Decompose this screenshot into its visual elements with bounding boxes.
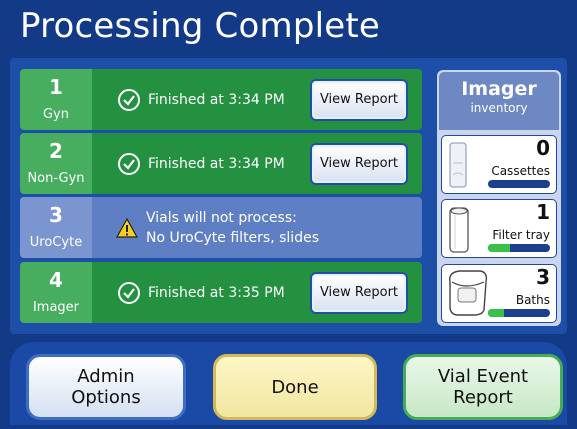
inventory-title: Imager: [461, 78, 537, 100]
result-row-imager: 4 Imager Finished at 3:35 PM View Report: [20, 262, 422, 323]
vial-event-report-button[interactable]: Vial Event Report: [403, 354, 563, 420]
check-icon: [118, 152, 140, 175]
row-status: Finished at 3:34 PM: [148, 91, 285, 108]
inventory-label: Baths: [515, 293, 550, 307]
admin-label-line-2: Options: [71, 387, 141, 408]
row-number: 4: [49, 267, 63, 292]
row-number-cell: 3 UroCyte: [20, 197, 92, 258]
inventory-header: Imager inventory: [439, 72, 559, 130]
inventory-item-cassettes[interactable]: 0 Cassettes: [441, 135, 557, 194]
row-status: Vials will not process: No UroCyte filte…: [146, 208, 422, 248]
result-row-gyn: 1 Gyn Finished at 3:34 PM View Report: [20, 69, 422, 130]
result-row-non-gyn: 2 Non-Gyn Finished at 3:34 PM View Repor…: [20, 133, 422, 194]
bath-icon: [449, 270, 488, 316]
page-title: Processing Complete: [20, 6, 381, 46]
row-label: Non-Gyn: [27, 170, 85, 186]
row-status: Finished at 3:35 PM: [148, 284, 285, 301]
inventory-count: 3: [536, 265, 550, 289]
view-report-button-gyn[interactable]: View Report: [310, 78, 408, 121]
done-button[interactable]: Done: [213, 354, 377, 420]
check-icon: [118, 88, 140, 111]
inventory-level-bar: [488, 309, 550, 317]
inventory-level-bar: [488, 180, 550, 188]
view-report-button-imager[interactable]: View Report: [310, 271, 408, 314]
view-report-button-non-gyn[interactable]: View Report: [310, 142, 408, 185]
inventory-count: 1: [536, 200, 550, 224]
filter-tray-icon: [449, 207, 469, 253]
inventory-level-bar: [488, 244, 550, 252]
row-label: Imager: [32, 299, 80, 315]
inventory-level-fill: [488, 309, 504, 317]
inventory-subtitle: inventory: [470, 101, 528, 115]
imager-inventory-panel: Imager inventory 0 Cassettes 1 Filter tr…: [437, 70, 561, 326]
cassette-icon: [449, 142, 467, 188]
row-number-cell: 1 Gyn: [20, 69, 92, 130]
status-line-2: No UroCyte filters, slides: [146, 229, 319, 246]
row-status: Finished at 3:34 PM: [148, 155, 285, 172]
warning-icon: [116, 217, 138, 238]
vial-label-line-2: Report: [453, 387, 513, 408]
row-label: UroCyte: [29, 234, 83, 250]
result-row-urocyte: 3 UroCyte Vials will not process: No Uro…: [20, 197, 422, 258]
row-number-cell: 2 Non-Gyn: [20, 133, 92, 194]
inventory-count: 0: [536, 136, 550, 160]
vial-label-line-1: Vial Event: [437, 366, 529, 387]
row-number: 2: [49, 138, 63, 163]
done-label: Done: [271, 376, 319, 398]
check-icon: [118, 281, 140, 304]
status-line-1: Vials will not process:: [146, 209, 297, 226]
row-number: 3: [49, 202, 63, 227]
admin-label-line-1: Admin: [77, 366, 135, 387]
inventory-label: Cassettes: [491, 164, 550, 178]
row-number-cell: 4 Imager: [20, 262, 92, 323]
row-label: Gyn: [42, 106, 69, 122]
row-number: 1: [49, 74, 63, 99]
inventory-level-fill: [488, 244, 510, 252]
inventory-item-baths[interactable]: 3 Baths: [441, 264, 557, 323]
inventory-item-filter-tray[interactable]: 1 Filter tray: [441, 199, 557, 258]
inventory-label: Filter tray: [492, 228, 550, 242]
admin-options-button[interactable]: Admin Options: [26, 354, 186, 420]
